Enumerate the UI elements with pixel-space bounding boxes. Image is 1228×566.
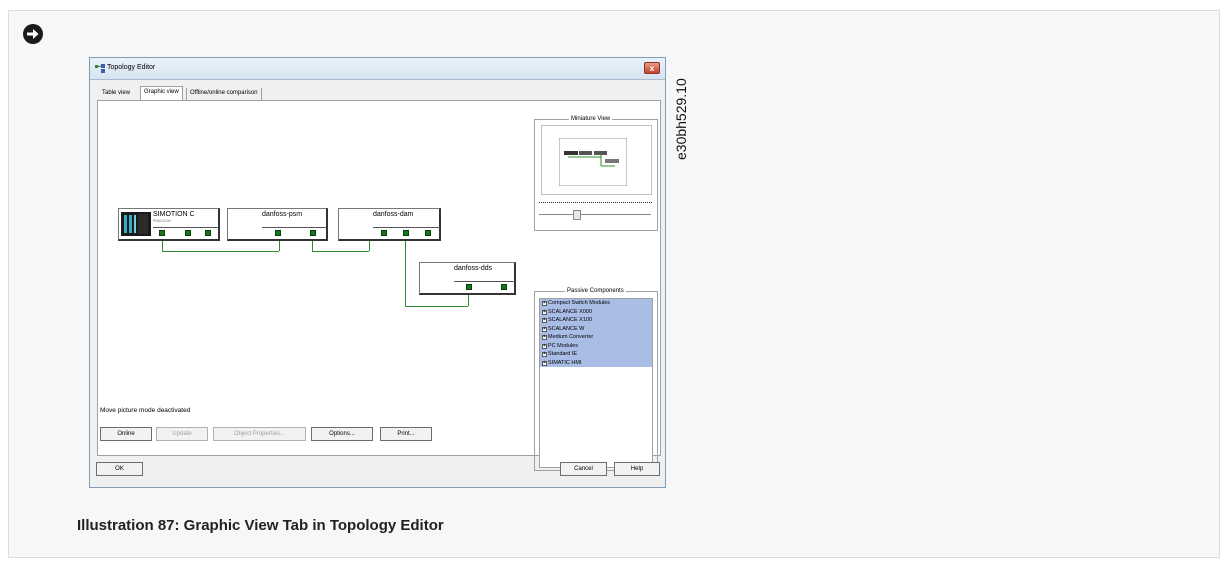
network-port[interactable] [185,230,191,236]
tree-item[interactable]: + PC Modules [540,341,652,350]
graphic-view-panel: SIMOTION C PN&DCOM danfoss-psm danfoss-d… [97,100,661,471]
tab-offline-online-comparison[interactable]: Offline/online comparison [186,88,262,100]
tree-item[interactable]: + Medium Converter [540,333,652,342]
network-port[interactable] [381,230,387,236]
options-button[interactable]: Options... [311,427,373,441]
tree-item-label: Compact Switch Modules [548,300,611,306]
zoom-slider-handle[interactable] [573,210,581,220]
expand-icon[interactable]: + [542,326,547,332]
link-line [312,251,369,252]
tree-item[interactable]: + SIMATIC HMI [540,358,652,367]
link-line [405,306,468,307]
tab-table-view[interactable]: Table view [99,88,133,100]
expand-icon[interactable]: + [542,301,547,306]
update-button[interactable]: Update [156,427,208,441]
window-title: Topology Editor [107,64,156,71]
network-port[interactable] [466,284,472,290]
device-danfoss-dds[interactable]: danfoss-dds [419,262,516,295]
zoom-slider-line [539,214,651,215]
device-name: danfoss-dds [454,265,493,272]
miniature-view-group: Miniature View [534,116,658,231]
tree-item-label: Medium Converter [548,334,594,340]
tree-item[interactable]: + Compact Switch Modules [540,299,652,308]
tree-item-label: SCALANCE W [548,325,585,332]
expand-icon[interactable]: + [542,335,547,340]
expand-icon[interactable]: + [542,343,547,349]
passive-components-title: Passive Components [565,288,626,294]
zoom-track [539,202,652,204]
figure-caption: Illustration 87: Graphic View Tab in Top… [77,517,444,534]
network-port[interactable] [205,230,211,236]
device-name: SIMOTION C [153,211,195,218]
tree-item-label: PC Modules [548,342,578,349]
passive-components-group: Passive Components + Compact Switch Modul… [534,288,658,471]
device-simotion-c[interactable]: SIMOTION C PN&DCOM [118,208,220,241]
miniature-view[interactable] [541,125,652,195]
network-port[interactable] [501,284,507,290]
print-button[interactable]: Print... [380,427,432,441]
passive-components-tree[interactable]: + Compact Switch Modules + SCALANCE X000 +… [539,298,653,468]
expand-icon[interactable]: + [542,318,547,323]
arrow-right-circle-icon [23,24,43,44]
port-strip [262,227,327,239]
tab-graphic-view[interactable]: Graphic view [140,86,183,100]
expand-icon[interactable]: + [542,352,547,357]
miniature-topology-preview [559,138,627,186]
close-icon: x [649,64,655,73]
network-port[interactable] [403,230,409,236]
tree-item-label: SIMATIC HMI [548,359,582,366]
object-properties-button[interactable]: Object Properties... [213,427,306,441]
status-text: Move picture mode deactivated [100,407,191,414]
topology-canvas[interactable]: SIMOTION C PN&DCOM danfoss-psm danfoss-d… [100,114,527,404]
device-name: danfoss-psm [262,211,303,218]
tree-item[interactable]: + SCALANCE W [540,324,652,333]
tree-item[interactable]: + SCALANCE X000 [540,307,652,316]
help-button[interactable]: Help [614,462,660,476]
topology-app-icon [95,64,105,73]
simotion-controller-icon [121,212,151,236]
expand-icon[interactable]: + [542,360,547,366]
miniature-view-title: Miniature View [569,116,613,122]
tree-item-label: SCALANCE X100 [548,317,593,323]
expand-icon[interactable]: + [542,309,547,315]
device-danfoss-dam[interactable]: danfoss-dam [338,208,441,241]
device-danfoss-psm[interactable]: danfoss-psm [227,208,328,241]
network-port[interactable] [425,230,431,236]
link-line [405,239,406,306]
tree-item[interactable]: + Standard IE [540,350,652,359]
network-port[interactable] [159,230,165,236]
device-name: danfoss-dam [373,211,414,218]
online-button[interactable]: Online [100,427,152,441]
topology-editor-window: Topology Editor x Table view Graphic vie… [89,57,666,488]
tree-item-label: Standard IE [548,351,578,357]
image-id-label: e30bh529.10 [673,78,689,160]
tree-item[interactable]: + SCALANCE X100 [540,316,652,325]
tree-item-label: SCALANCE X000 [548,308,593,315]
cancel-button[interactable]: Cancel [560,462,607,476]
device-subtitle: PN&DCOM [153,219,171,223]
network-port[interactable] [275,230,281,236]
close-button[interactable]: x [644,62,660,74]
ok-button[interactable]: OK [96,462,143,476]
network-port[interactable] [310,230,316,236]
title-bar[interactable]: Topology Editor x [90,58,665,80]
link-line [162,251,279,252]
